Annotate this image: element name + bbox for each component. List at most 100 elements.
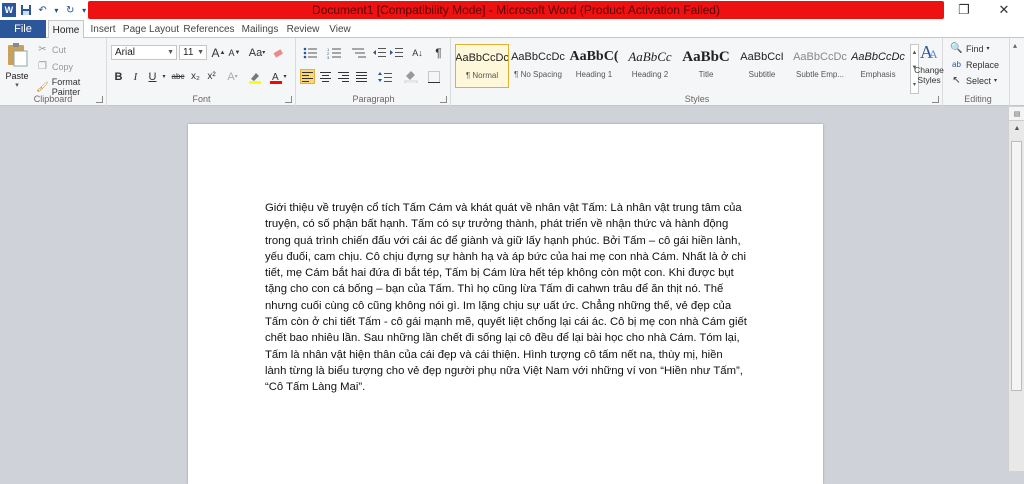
align-center-button[interactable] — [318, 69, 333, 84]
increase-indent-button[interactable] — [389, 45, 404, 60]
customize-qat-icon[interactable]: ▾ — [80, 3, 88, 17]
highlight-button[interactable] — [246, 69, 264, 84]
window-title: Document1 [Compatibility Mode] - Microso… — [312, 3, 720, 17]
borders-button[interactable] — [424, 69, 444, 84]
line-spacing-icon — [378, 71, 392, 82]
close-button[interactable]: ✕ — [986, 0, 1022, 20]
style-sample: AaBbCcDc — [456, 52, 508, 64]
save-icon[interactable] — [19, 3, 33, 17]
grow-font-button[interactable]: A ▲ — [211, 45, 226, 60]
multilevel-list-button[interactable] — [348, 45, 370, 60]
style-subtitle[interactable]: AaBbCcI Subtitle — [735, 44, 789, 88]
font-color-button[interactable]: A ▾ — [268, 69, 288, 84]
superscript-button[interactable]: x² — [204, 69, 219, 84]
text-effects-button[interactable]: A ▾ — [225, 69, 240, 84]
style-no-spacing[interactable]: AaBbCcDc ¶ No Spacing — [511, 44, 565, 88]
replace-button[interactable]: ab Replace — [950, 58, 999, 71]
font-size-select[interactable]: 11 ▼ — [179, 45, 207, 60]
minimize-ribbon-icon[interactable]: ▴ — [1013, 41, 1017, 50]
cut-label: Cut — [52, 44, 67, 55]
sort-button[interactable]: A↓ — [410, 45, 425, 60]
select-button[interactable]: ↖ Select ▾ — [950, 74, 997, 87]
align-right-button[interactable] — [336, 69, 351, 84]
align-left-icon — [302, 71, 313, 82]
shading-button[interactable] — [401, 69, 421, 84]
more-dropdown-icon[interactable]: ▾ — [52, 3, 60, 17]
numbering-button[interactable]: 123 — [324, 45, 346, 60]
style-normal[interactable]: AaBbCcDc ¶ Normal — [455, 44, 509, 88]
document-body-text[interactable]: Giới thiệu về truyện cổ tích Tấm Cám và … — [265, 200, 747, 396]
font-launcher-icon[interactable] — [285, 96, 292, 103]
document-area[interactable]: Giới thiệu về truyện cổ tích Tấm Cám và … — [0, 107, 1008, 484]
svg-text:A: A — [929, 47, 938, 61]
font-family-value: Arial — [115, 47, 136, 58]
replace-label: Replace — [966, 59, 1000, 70]
grow-font-icon: A — [211, 45, 220, 60]
cut-button[interactable]: ✂ Cut — [36, 43, 66, 56]
replace-icon: ab — [952, 60, 961, 69]
bullets-button[interactable] — [300, 45, 322, 60]
clipboard-launcher-icon[interactable] — [96, 96, 103, 103]
change-case-icon: Aa — [248, 46, 263, 59]
ruler-toggle-icon[interactable]: ▤ — [1009, 107, 1024, 121]
show-formatting-button[interactable]: ¶ — [431, 45, 446, 60]
styles-launcher-icon[interactable] — [932, 96, 939, 103]
tab-review[interactable]: Review — [284, 20, 322, 38]
style-sample: AaBbCc — [628, 49, 672, 64]
tab-references[interactable]: References — [182, 20, 236, 38]
tab-insert[interactable]: Insert — [86, 20, 120, 38]
shrink-font-button[interactable]: A ▼ — [227, 45, 242, 60]
paste-icon — [8, 43, 28, 67]
word-logo-icon[interactable]: W — [2, 3, 16, 17]
justify-button[interactable] — [354, 69, 369, 84]
copy-button[interactable]: ❐ Copy — [36, 60, 73, 73]
svg-text:3: 3 — [327, 55, 330, 59]
restore-button[interactable]: ❐ — [946, 0, 982, 20]
change-case-button[interactable]: Aa ▾ — [247, 45, 267, 60]
paragraph-group-label: Paragraph — [352, 94, 395, 104]
subscript-button[interactable]: x₂ — [188, 69, 203, 84]
underline-button[interactable]: U — [145, 69, 160, 84]
bold-button[interactable]: B — [111, 69, 126, 84]
italic-button[interactable]: I — [128, 69, 143, 84]
style-name: Subtle Emp... — [795, 70, 845, 79]
style-title[interactable]: AaBbC Title — [679, 44, 733, 88]
style-subtle-emphasis[interactable]: AaBbCcDc Subtle Emp... — [791, 44, 849, 88]
underline-dropdown-icon[interactable]: ▾ — [160, 69, 168, 84]
style-heading-2[interactable]: AaBbCc Heading 2 — [623, 44, 677, 88]
align-right-icon — [338, 71, 349, 82]
paste-dropdown-icon[interactable]: ▾ — [4, 81, 30, 89]
style-emphasis[interactable]: AaBbCcDc Emphasis — [851, 44, 905, 88]
eraser-icon — [273, 48, 283, 58]
strikethrough-button[interactable]: abc — [169, 69, 187, 84]
editing-group-label: Editing — [964, 94, 992, 104]
clear-formatting-button[interactable] — [270, 45, 285, 60]
line-spacing-button[interactable] — [375, 69, 395, 84]
find-button[interactable]: 🔍 Find ▾ — [950, 42, 989, 55]
document-page[interactable]: Giới thiệu về truyện cổ tích Tấm Cám và … — [188, 124, 823, 484]
tab-mailings[interactable]: Mailings — [238, 20, 282, 38]
undo-icon[interactable]: ↶ — [36, 3, 50, 17]
paragraph-launcher-icon[interactable] — [440, 96, 447, 103]
change-styles-button[interactable]: AA Change Styles — [910, 40, 948, 95]
font-group: Arial ▼ 11 ▼ A ▲ A ▼ Aa ▾ B I U ▾ abc x₂ x² A… — [108, 38, 296, 106]
tab-home[interactable]: Home — [48, 20, 84, 39]
style-heading-1[interactable]: AaBbC( Heading 1 — [567, 44, 621, 88]
clipboard-group: Paste ▾ ✂ Cut ❐ Copy 🖌 Format Painter Clipb… — [0, 38, 107, 106]
align-left-button[interactable] — [300, 69, 315, 84]
vertical-scrollbar[interactable]: ▤ ▲ — [1008, 107, 1024, 471]
tab-page-layout[interactable]: Page Layout — [122, 20, 180, 38]
tab-view[interactable]: View — [324, 20, 356, 38]
redo-icon[interactable]: ↻ — [63, 3, 77, 17]
decrease-indent-button[interactable] — [372, 45, 387, 60]
paste-button[interactable]: Paste ▾ — [4, 42, 30, 90]
scrollbar-thumb[interactable] — [1011, 141, 1022, 391]
tab-file[interactable]: File — [0, 20, 46, 38]
font-family-select[interactable]: Arial ▼ — [111, 45, 177, 60]
cursor-icon: ↖ — [952, 75, 961, 86]
scroll-up-icon[interactable]: ▲ — [1009, 121, 1024, 135]
style-name: Subtitle — [748, 70, 776, 79]
style-name: Heading 1 — [575, 70, 613, 79]
style-sample: AaBbCcI — [740, 51, 784, 63]
style-name: ¶ Normal — [465, 71, 499, 80]
